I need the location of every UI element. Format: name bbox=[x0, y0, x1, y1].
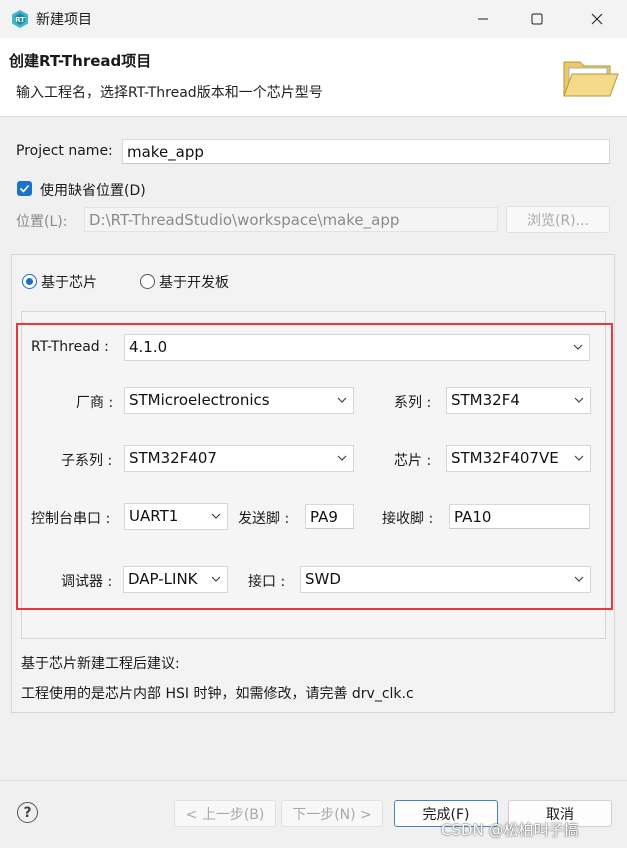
location-input: D:\RT-ThreadStudio\workspace\make_app bbox=[84, 207, 498, 232]
wizard-title: 创建RT-Thread项目 bbox=[9, 52, 152, 70]
location-label: 位置(L): bbox=[16, 214, 68, 230]
help-icon: ? bbox=[23, 804, 32, 821]
minimize-button[interactable] bbox=[470, 8, 496, 30]
footer-divider bbox=[0, 780, 627, 781]
close-button[interactable] bbox=[584, 8, 610, 30]
use-default-location-label: 使用缺省位置(D) bbox=[40, 183, 146, 199]
based-on-chip-label: 基于芯片 bbox=[41, 275, 97, 291]
based-on-chip-radio[interactable] bbox=[22, 274, 37, 289]
open-folder-icon bbox=[563, 61, 619, 97]
based-on-board-radio[interactable] bbox=[140, 274, 155, 289]
maximize-icon bbox=[531, 13, 543, 25]
highlight-annotation-box bbox=[16, 323, 613, 610]
advice-text: 工程使用的是芯片内部 HSI 时钟，如需修改，请完善 drv_clk.c bbox=[21, 686, 414, 702]
browse-button: 浏览(R)... bbox=[506, 206, 610, 233]
checkmark-icon bbox=[19, 184, 30, 193]
window-title: 新建项目 bbox=[36, 12, 92, 28]
project-name-input[interactable]: make_app bbox=[122, 139, 610, 164]
wizard-header: 创建RT-Thread项目 输入工程名，选择RT-Thread版本和一个芯片型号 bbox=[0, 38, 627, 117]
close-icon bbox=[591, 13, 603, 25]
use-default-location-checkbox[interactable] bbox=[17, 181, 32, 196]
title-bar: RT 新建项目 bbox=[0, 0, 627, 38]
svg-text:RT: RT bbox=[15, 16, 25, 24]
help-button[interactable]: ? bbox=[17, 802, 38, 823]
based-on-board-label: 基于开发板 bbox=[159, 275, 229, 291]
next-button: 下一步(N) > bbox=[281, 800, 383, 827]
advice-title: 基于芯片新建工程后建议: bbox=[21, 656, 180, 672]
csdn-watermark: CSDN @松柏叫子搞 bbox=[441, 821, 579, 839]
rt-thread-app-icon: RT bbox=[12, 10, 28, 28]
minimize-icon bbox=[478, 18, 488, 20]
wizard-description: 输入工程名，选择RT-Thread版本和一个芯片型号 bbox=[16, 85, 323, 101]
maximize-button[interactable] bbox=[524, 8, 550, 30]
back-button: < 上一步(B) bbox=[174, 800, 276, 827]
project-name-label: Project name: bbox=[16, 143, 113, 159]
